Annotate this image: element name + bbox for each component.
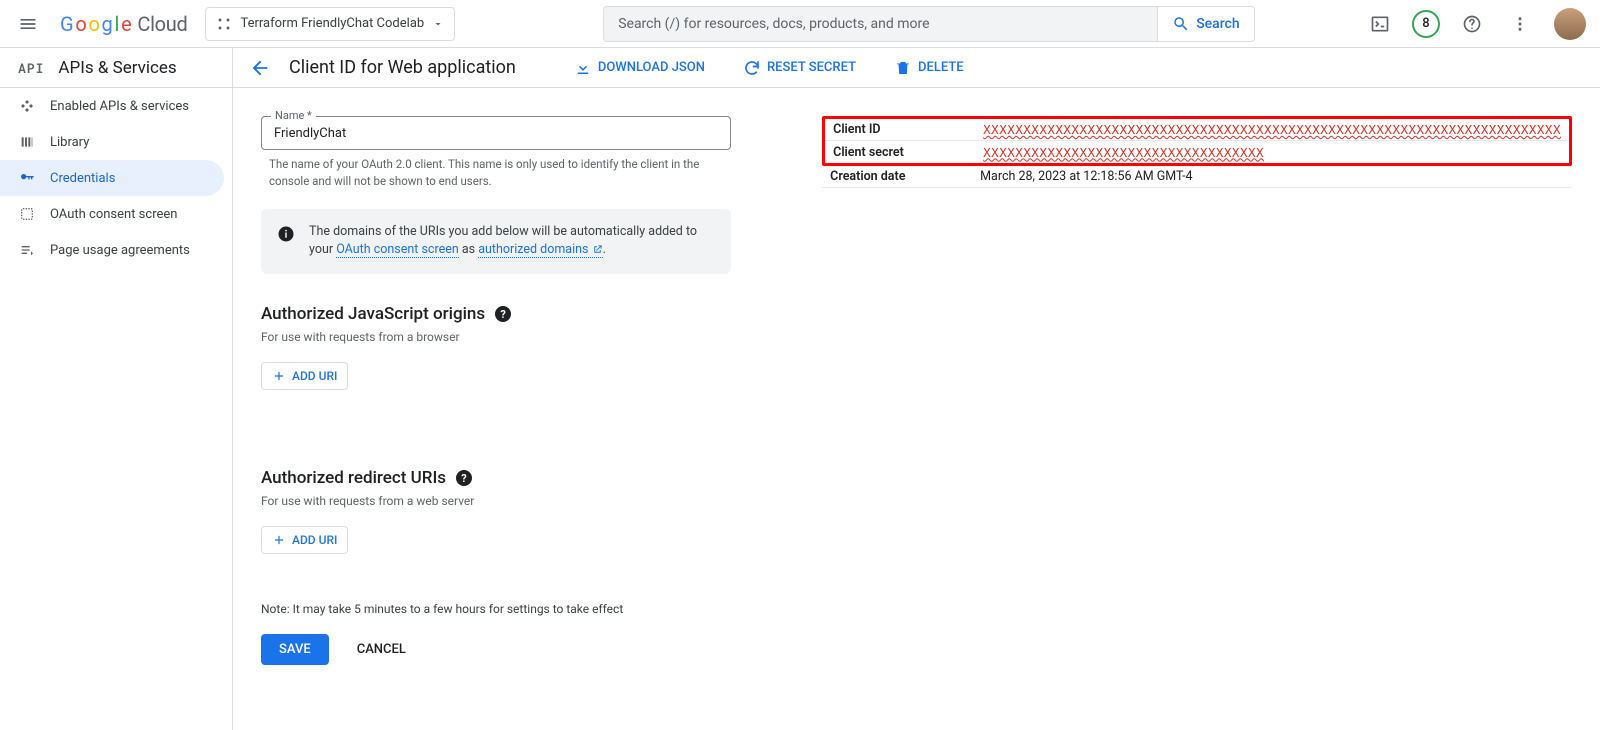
add-redirect-uri-button[interactable]: ADD URI [261, 526, 348, 554]
trash-icon [894, 59, 912, 77]
authorized-domains-link[interactable]: authorized domains [478, 242, 602, 258]
redirect-uris-subtitle: For use with requests from a web server [261, 494, 822, 508]
page-header: Client ID for Web application DOWNLOAD J… [233, 48, 1600, 88]
settings-note: Note: It may take 5 minutes to a few hou… [261, 602, 822, 616]
name-input[interactable] [261, 116, 731, 150]
sidebar-title[interactable]: API APIs & Services [0, 48, 232, 88]
sidebar-item-label: Credentials [50, 171, 115, 186]
download-icon [574, 59, 592, 77]
sidebar-item-label: Page usage agreements [50, 243, 190, 258]
plus-icon [272, 533, 286, 547]
cancel-button[interactable]: CANCEL [347, 634, 416, 665]
chevron-down-icon [432, 18, 444, 30]
add-js-origin-button[interactable]: ADD URI [261, 362, 348, 390]
agreement-icon [18, 241, 36, 259]
client-secret-label: Client secret [833, 145, 983, 160]
consent-icon [18, 205, 36, 223]
key-icon [18, 169, 36, 187]
sidebar-item-oauth-consent[interactable]: OAuth consent screen [0, 196, 232, 232]
page-title: Client ID for Web application [289, 57, 516, 78]
save-button[interactable]: SAVE [261, 634, 329, 665]
redirect-uris-title: Authorized redirect URIs ? [261, 468, 822, 488]
sidebar-item-label: OAuth consent screen [50, 207, 177, 222]
name-label: Name * [271, 109, 316, 122]
more-menu-icon[interactable] [1500, 4, 1540, 44]
cloud-shell-icon[interactable] [1360, 4, 1400, 44]
diamond-icon [18, 97, 36, 115]
sidebar-item-label: Enabled APIs & services [50, 99, 189, 114]
account-avatar[interactable] [1554, 8, 1586, 40]
sidebar-item-page-usage[interactable]: Page usage agreements [0, 232, 232, 268]
help-icon[interactable] [1452, 4, 1492, 44]
search-icon [1172, 15, 1190, 33]
project-picker[interactable]: Terraform FriendlyChat Codelab [205, 7, 455, 41]
main-content: Client ID for Web application DOWNLOAD J… [233, 48, 1600, 730]
creation-date-row: Creation date March 28, 2023 at 12:18:56… [822, 166, 1572, 188]
help-tooltip-icon[interactable]: ? [495, 306, 511, 322]
search-button[interactable]: Search [1157, 6, 1254, 42]
client-id-row: Client ID XXXXXXXXXXXXXXXXXXXXXXXXXXXXXX… [825, 119, 1569, 141]
client-info-highlight: Client ID XXXXXXXXXXXXXXXXXXXXXXXXXXXXXX… [822, 116, 1572, 166]
search-bar: Search (/) for resources, docs, products… [603, 6, 1254, 42]
library-icon [18, 133, 36, 151]
js-origins-title: Authorized JavaScript origins ? [261, 304, 822, 324]
sidebar-item-enabled-apis[interactable]: Enabled APIs & services [0, 88, 232, 124]
oauth-consent-link[interactable]: OAuth consent screen [336, 242, 459, 258]
external-link-icon [592, 244, 603, 255]
project-name: Terraform FriendlyChat Codelab [240, 16, 424, 31]
creation-date-value: March 28, 2023 at 12:18:56 AM GMT-4 [980, 169, 1192, 184]
top-bar: Google Cloud Terraform FriendlyChat Code… [0, 0, 1600, 48]
search-input[interactable]: Search (/) for resources, docs, products… [603, 6, 1157, 42]
delete-button[interactable]: DELETE [884, 53, 974, 83]
creation-date-label: Creation date [830, 169, 980, 184]
reset-secret-button[interactable]: RESET SECRET [733, 53, 866, 83]
hamburger-menu-icon[interactable] [8, 4, 48, 44]
sidebar-item-library[interactable]: Library [0, 124, 232, 160]
client-id-label: Client ID [833, 122, 983, 137]
help-tooltip-icon[interactable]: ? [456, 470, 472, 486]
info-banner: The domains of the URIs you add below wi… [261, 209, 731, 275]
sidebar-item-label: Library [50, 135, 89, 150]
client-secret-value[interactable]: XXXXXXXXXXXXXXXXXXXXXXXXXXXXXXXXXXX [983, 145, 1264, 160]
client-id-value[interactable]: XXXXXXXXXXXXXXXXXXXXXXXXXXXXXXXXXXXXXXXX… [983, 122, 1561, 137]
free-trial-badge[interactable]: 8 [1412, 10, 1440, 38]
download-json-button[interactable]: DOWNLOAD JSON [564, 53, 715, 83]
api-icon: API [18, 59, 44, 77]
sidebar: API APIs & Services Enabled APIs & servi… [0, 48, 233, 730]
google-cloud-logo[interactable]: Google Cloud [60, 12, 187, 36]
name-field: Name * [261, 116, 822, 150]
plus-icon [272, 369, 286, 383]
js-origins-subtitle: For use with requests from a browser [261, 330, 822, 344]
project-icon [216, 16, 232, 32]
name-help-text: The name of your OAuth 2.0 client. This … [269, 156, 709, 191]
info-icon [277, 225, 295, 243]
sidebar-item-credentials[interactable]: Credentials [0, 160, 224, 196]
back-button[interactable] [249, 57, 271, 79]
client-secret-row: Client secret XXXXXXXXXXXXXXXXXXXXXXXXXX… [825, 141, 1569, 163]
refresh-icon [743, 59, 761, 77]
